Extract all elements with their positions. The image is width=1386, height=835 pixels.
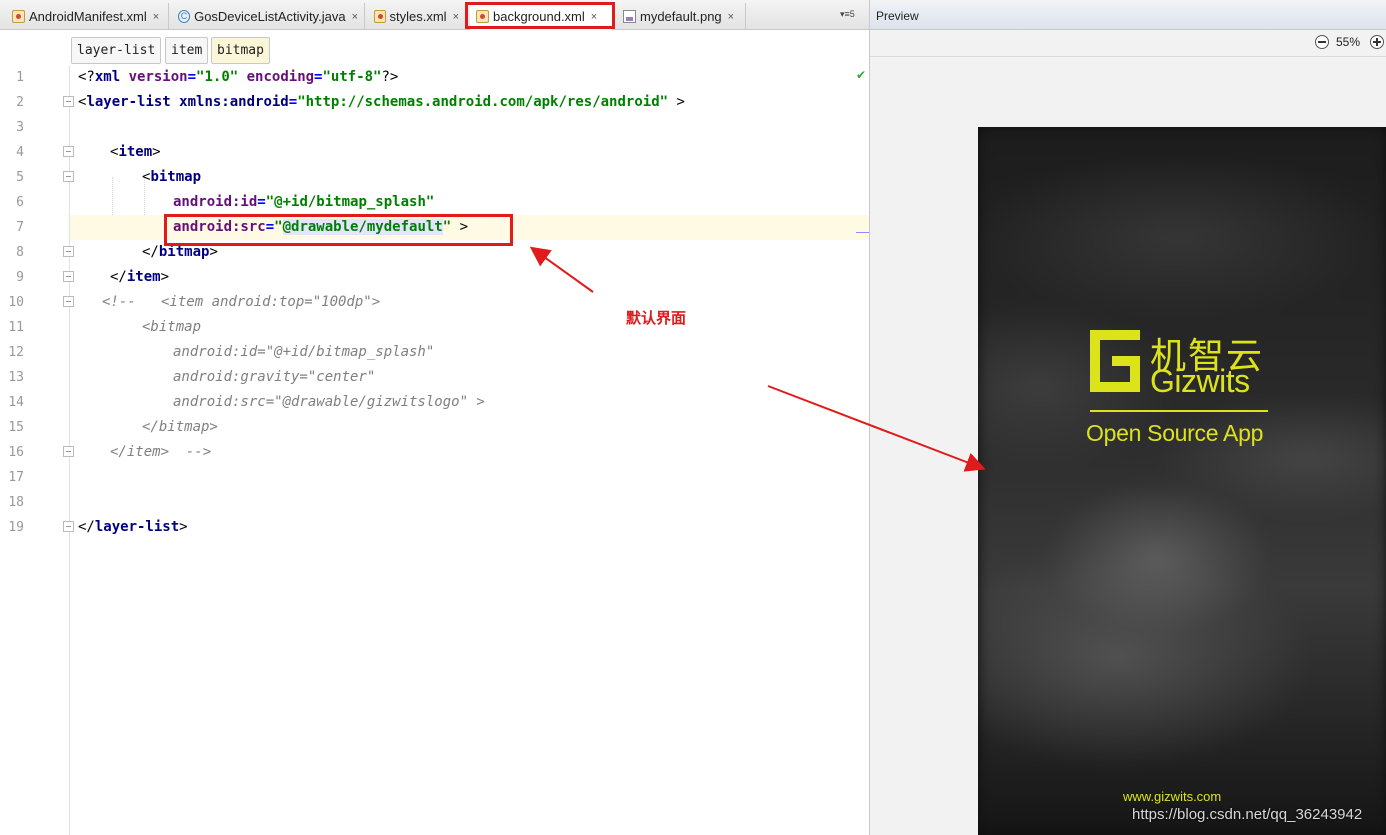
- arrow-to-code: [529, 246, 594, 293]
- annotation-arrows: [529, 246, 986, 472]
- arrow-to-preview: [767, 385, 986, 472]
